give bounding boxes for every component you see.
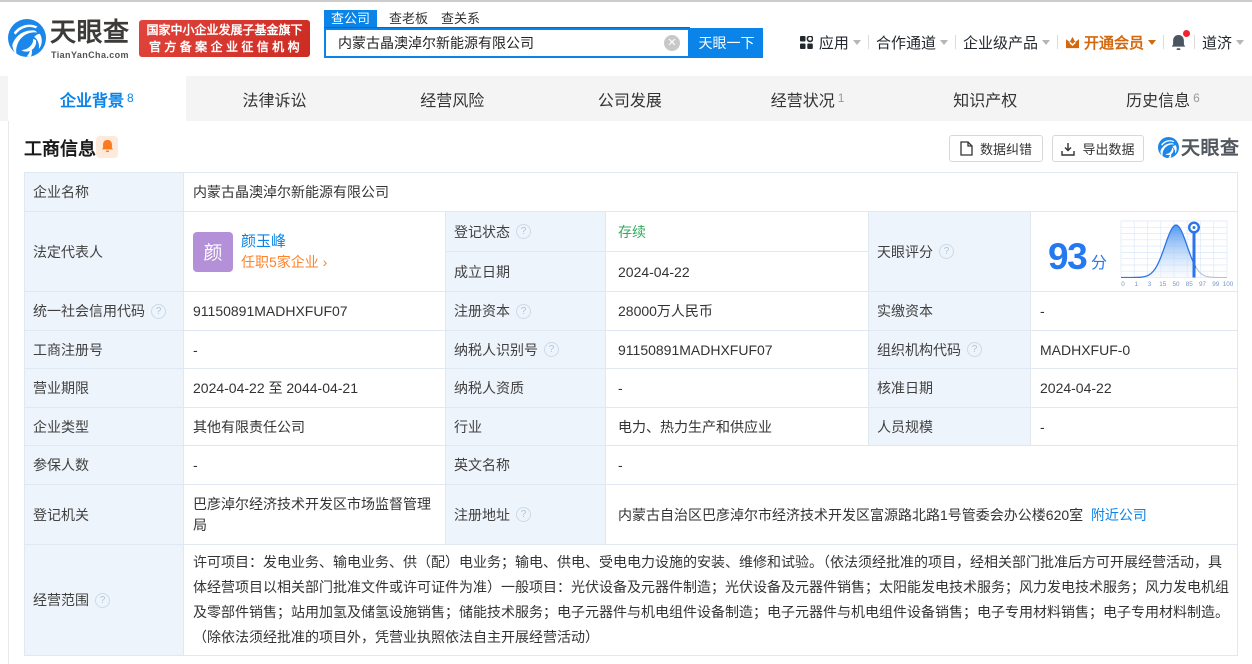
svg-text:15: 15 bbox=[1159, 281, 1167, 288]
svg-text:97: 97 bbox=[1199, 281, 1207, 288]
svg-text:99: 99 bbox=[1212, 281, 1220, 288]
svg-text:0: 0 bbox=[1121, 281, 1125, 288]
svg-text:3: 3 bbox=[1148, 281, 1152, 288]
svg-text:85: 85 bbox=[1186, 281, 1194, 288]
svg-text:1: 1 bbox=[1134, 281, 1138, 288]
svg-text:50: 50 bbox=[1172, 281, 1180, 288]
svg-text:100: 100 bbox=[1223, 281, 1234, 288]
